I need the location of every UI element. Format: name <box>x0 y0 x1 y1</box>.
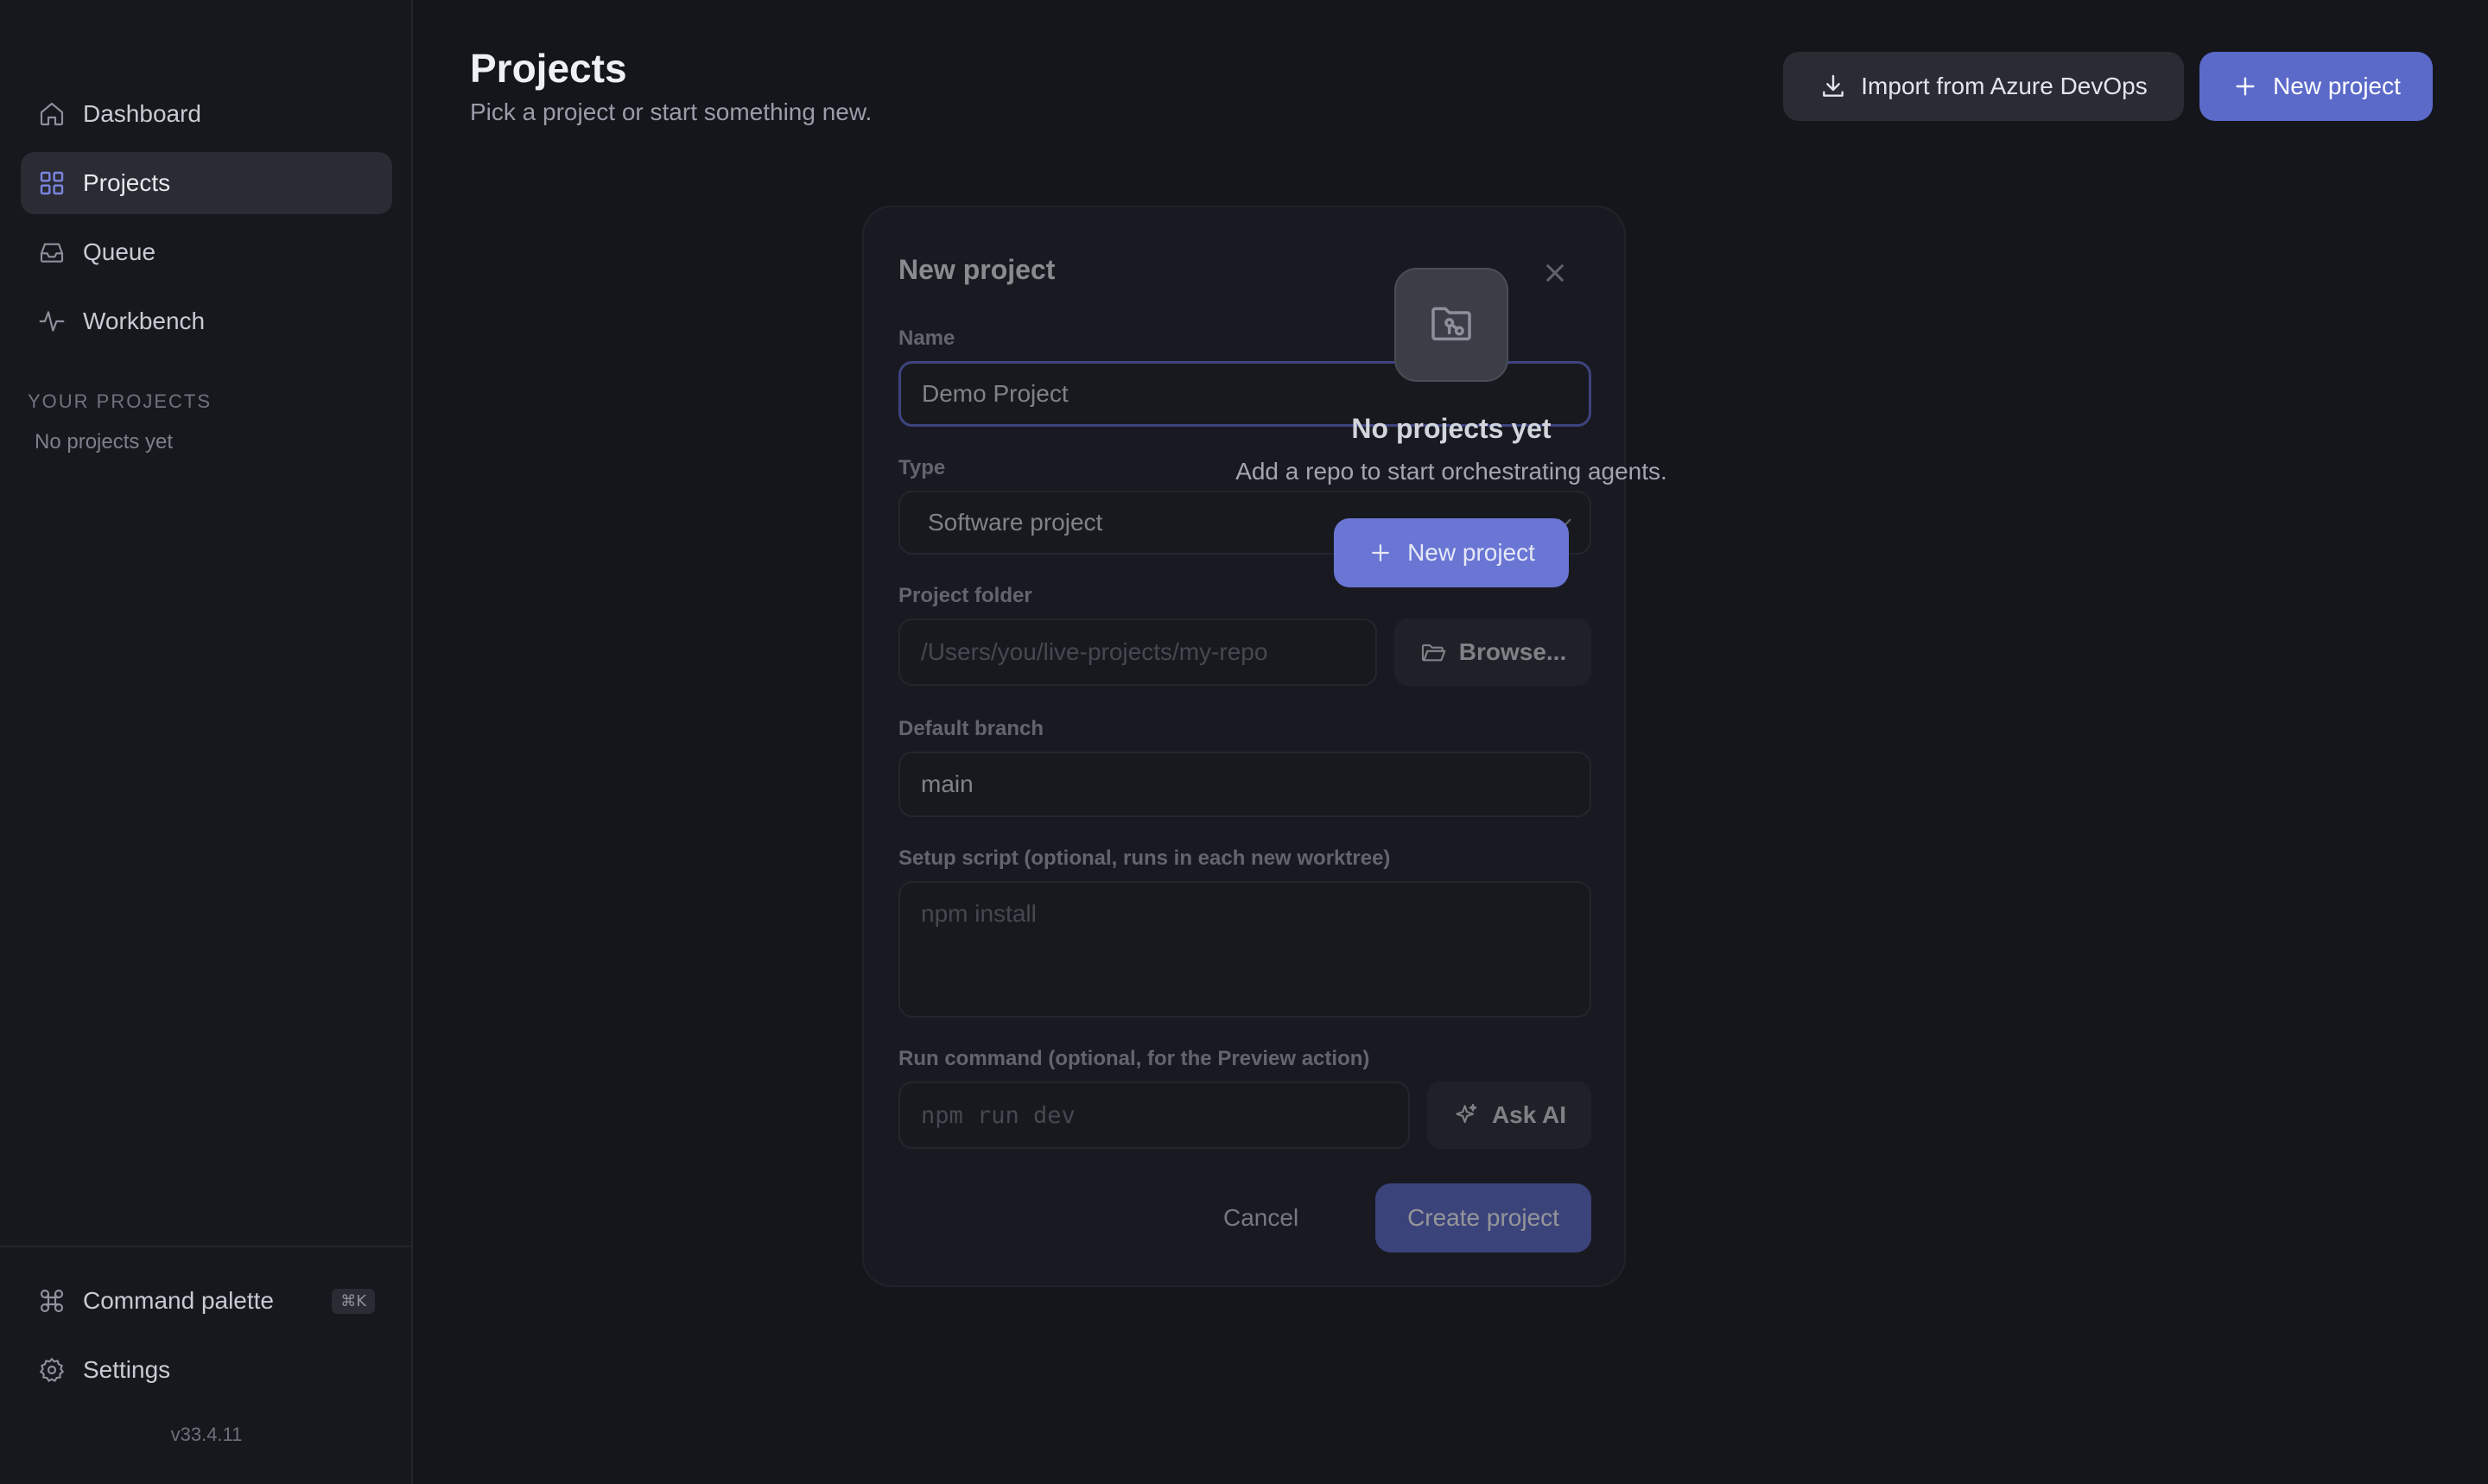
plus-icon <box>1368 540 1393 566</box>
new-project-button[interactable]: New project <box>2199 52 2433 121</box>
sidebar-item-label: Queue <box>83 238 156 265</box>
run-command-label: Run command (optional, for the Preview a… <box>898 1047 1370 1070</box>
sidebar-divider <box>0 1246 413 1247</box>
create-project-button[interactable]: Create project <box>1375 1183 1591 1253</box>
no-projects-text: No projects yet <box>35 430 174 453</box>
run-placeholder: npm run dev <box>921 1101 1076 1129</box>
browse-button[interactable]: Browse... <box>1394 618 1591 686</box>
cancel-button[interactable]: Cancel <box>1223 1204 1298 1232</box>
folder-label: Project folder <box>898 584 1032 607</box>
close-icon[interactable] <box>1538 256 1572 290</box>
branch-label: Default branch <box>898 717 1044 740</box>
sidebar-item-dashboard[interactable]: Dashboard <box>21 83 392 145</box>
sidebar-item-label: Dashboard <box>83 100 201 127</box>
type-value: Software project <box>928 509 1103 536</box>
command-palette-label: Command palette <box>83 1287 275 1314</box>
new-project-label: New project <box>2273 73 2401 99</box>
sparkles-icon <box>1452 1101 1480 1129</box>
sidebar-item-label: Projects <box>83 169 171 196</box>
gear-icon <box>38 1356 66 1384</box>
branch-value: main <box>921 771 974 797</box>
name-label: Name <box>898 327 955 350</box>
default-branch-input[interactable]: main <box>898 752 1591 817</box>
app-version: v33.4.11 <box>170 1424 243 1445</box>
new-project-dialog: New project Name Demo Project Type Softw… <box>862 206 1626 1287</box>
import-button-label: Import from Azure DevOps <box>1861 73 2148 99</box>
empty-state-button-label: New project <box>1407 539 1535 566</box>
page-subtitle: Pick a project or start something new. <box>470 98 873 125</box>
empty-state-title: No projects yet <box>1351 413 1552 444</box>
browse-label: Browse... <box>1458 638 1567 665</box>
settings-label: Settings <box>83 1356 171 1383</box>
settings-button[interactable]: Settings <box>21 1339 392 1401</box>
folder-open-icon <box>1419 638 1447 666</box>
home-icon <box>38 100 66 128</box>
folder-git-icon <box>1427 301 1476 349</box>
project-folder-input[interactable]: /Users/you/live-projects/my-repo <box>898 618 1377 686</box>
sidebar-item-label: Workbench <box>83 308 206 334</box>
shortcut-badge: ⌘K <box>332 1288 375 1314</box>
sidebar-item-queue[interactable]: Queue <box>21 221 392 283</box>
empty-state-new-project-button[interactable]: New project <box>1334 518 1569 587</box>
download-icon <box>1819 73 1847 100</box>
page-title: Projects <box>470 46 627 91</box>
type-label: Type <box>898 456 946 479</box>
command-icon <box>38 1287 66 1315</box>
ask-ai-button[interactable]: Ask AI <box>1427 1081 1591 1149</box>
name-value: Demo Project <box>922 380 1069 407</box>
activity-icon <box>38 308 66 335</box>
your-projects-heading: YOUR PROJECTS <box>28 390 213 412</box>
create-project-label: Create project <box>1407 1204 1559 1231</box>
sidebar-item-projects[interactable]: Projects <box>21 152 392 214</box>
setup-script-textarea[interactable]: npm install <box>898 881 1591 1018</box>
import-azure-devops-button[interactable]: Import from Azure DevOps <box>1783 52 2184 121</box>
command-palette-button[interactable]: Command palette ⌘K <box>21 1270 392 1332</box>
run-command-input[interactable]: npm run dev <box>898 1081 1410 1149</box>
setup-placeholder: npm install <box>921 900 1037 927</box>
empty-state-subtitle: Add a repo to start orchestrating agents… <box>1235 458 1667 485</box>
grid-icon <box>38 169 66 197</box>
plus-icon <box>2231 73 2259 100</box>
folder-placeholder: /Users/you/live-projects/my-repo <box>921 638 1268 665</box>
setup-script-label: Setup script (optional, runs in each new… <box>898 847 1391 870</box>
ask-ai-label: Ask AI <box>1491 1101 1567 1128</box>
empty-state-icon-box <box>1394 268 1508 382</box>
inbox-icon <box>38 238 66 266</box>
sidebar: Dashboard Projects Queue Workbench YOUR … <box>0 0 413 1484</box>
dialog-title: New project <box>898 254 1056 285</box>
sidebar-item-workbench[interactable]: Workbench <box>21 290 392 352</box>
